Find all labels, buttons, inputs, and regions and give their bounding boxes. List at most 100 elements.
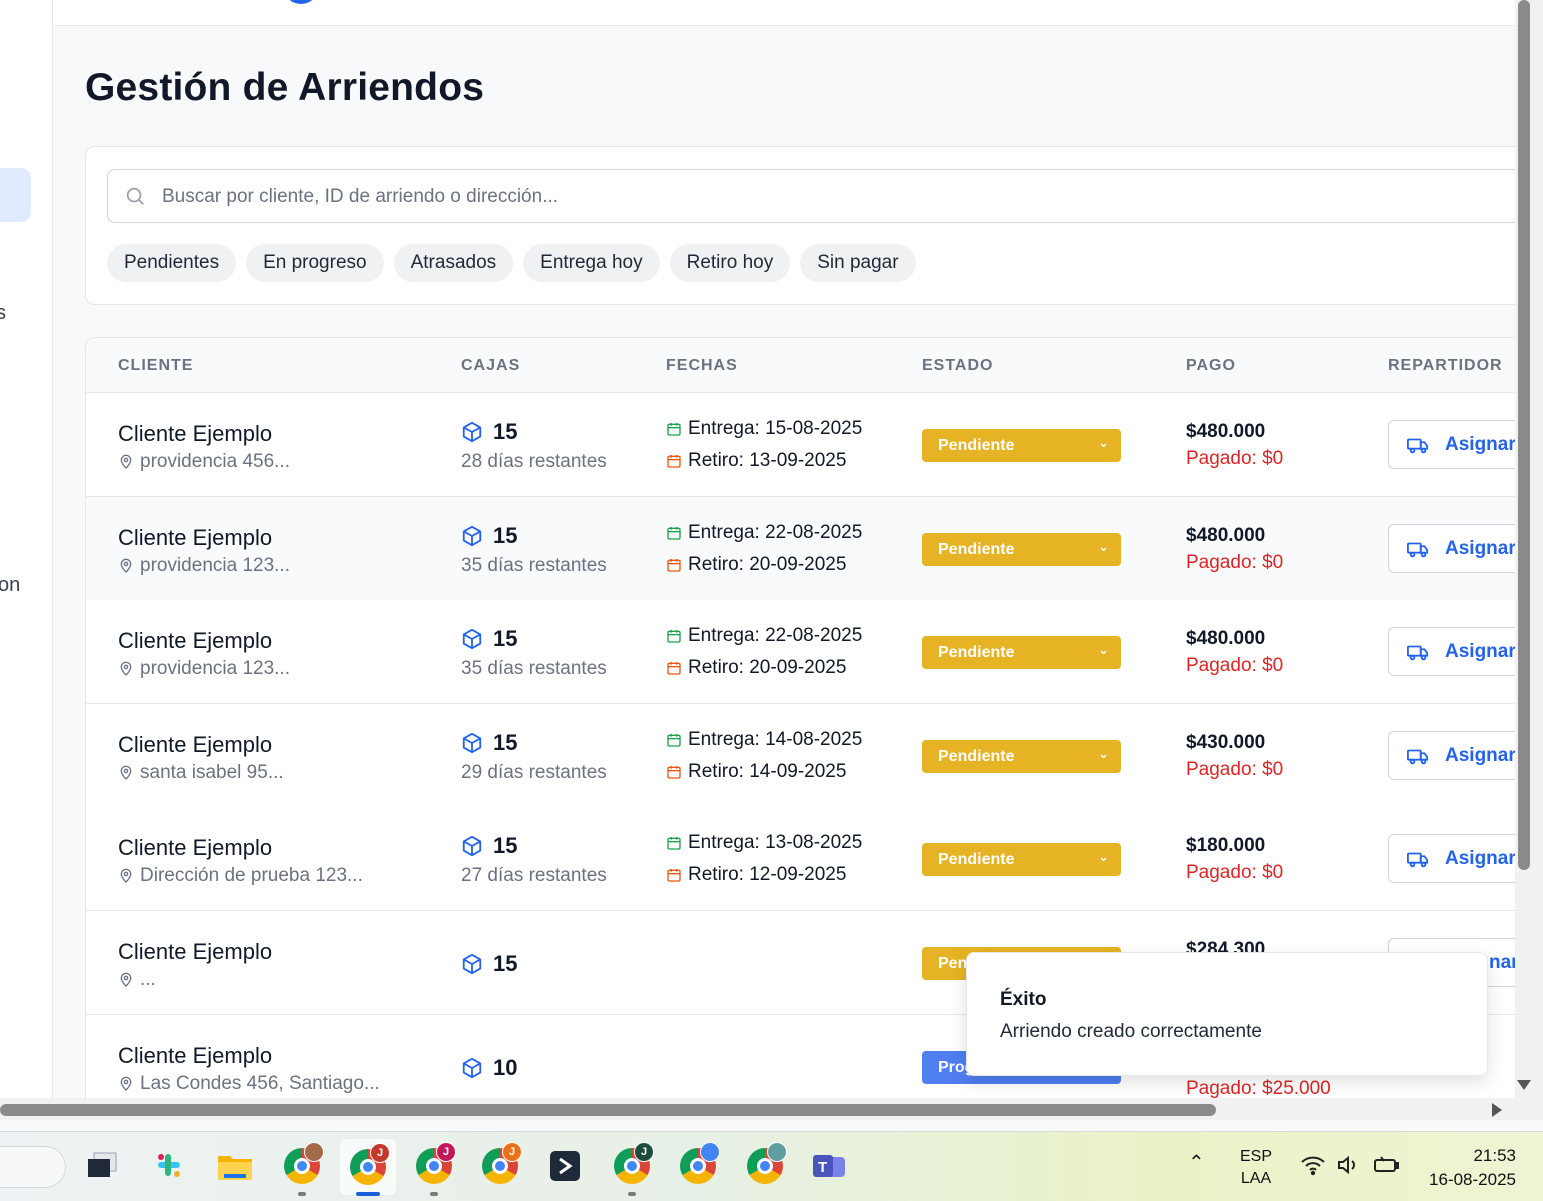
search-box[interactable] <box>107 169 1515 223</box>
wifi-icon[interactable] <box>1300 1154 1326 1182</box>
table-row[interactable]: Cliente Ejemplo providencia 456... 15 28… <box>86 393 1515 497</box>
taskbar-active-indicator <box>356 1192 380 1196</box>
main-content: Gestión de Arriendos Pendientes En progr… <box>53 26 1515 1098</box>
delivery-date-text: Entrega: 22-08-2025 <box>688 625 863 646</box>
assign-driver-button[interactable]: Asignar <box>1388 627 1515 676</box>
header-cajas[interactable]: CAJAS <box>461 357 520 375</box>
calendar-icon <box>667 455 681 468</box>
chrome-profile-icon[interactable]: J <box>480 1142 522 1186</box>
volume-icon[interactable] <box>1336 1154 1360 1182</box>
horizontal-scroll-thumb[interactable] <box>0 1104 1216 1116</box>
app-icon[interactable] <box>545 1146 585 1186</box>
truck-icon <box>1407 645 1429 660</box>
teams-icon[interactable]: T <box>810 1146 850 1186</box>
show-hidden-icons-chevron-icon[interactable]: ⌃ <box>1188 1150 1205 1175</box>
assign-button-label: Asignar <box>1445 847 1515 869</box>
chevron-down-icon: ⌄ <box>1098 642 1109 657</box>
os-taskbar: J J J J T ⌃ ESP LAA 21:53 16-08-2025 <box>0 1131 1543 1201</box>
client-address: providencia 123... <box>118 658 290 680</box>
filter-chip-pendientes[interactable]: Pendientes <box>107 244 237 282</box>
scroll-down-arrow-icon[interactable] <box>1517 1080 1531 1090</box>
input-language[interactable]: ESP LAA <box>1240 1146 1272 1190</box>
calendar-icon <box>667 423 681 436</box>
package-icon <box>462 525 482 547</box>
paid-amount: Pagado: $25.000 <box>1186 1078 1331 1098</box>
box-count-value: 10 <box>493 1055 518 1080</box>
assign-driver-button[interactable]: Asignar <box>1388 731 1515 780</box>
status-label: Pendiente <box>938 436 1015 454</box>
horizontal-scrollbar[interactable] <box>0 1098 1515 1120</box>
table-row[interactable]: Cliente Ejemplo santa isabel 95... 15 29… <box>86 704 1515 808</box>
scroll-right-arrow-icon[interactable] <box>1492 1103 1502 1117</box>
battery-icon[interactable] <box>1372 1154 1400 1182</box>
payment-amount: $180.000 <box>1186 835 1266 856</box>
filter-chip-atrasados[interactable]: Atrasados <box>393 244 514 282</box>
chrome-profile-icon[interactable] <box>282 1142 324 1186</box>
task-view-icon[interactable] <box>82 1146 122 1186</box>
address-text: providencia 123... <box>140 658 290 679</box>
filter-chip-en-progreso[interactable]: En progreso <box>246 244 384 282</box>
client-name: Cliente Ejemplo <box>118 421 273 446</box>
chrome-profile-icon[interactable] <box>678 1142 720 1186</box>
box-count-value: 15 <box>493 951 518 976</box>
header-estado[interactable]: ESTADO <box>922 357 993 375</box>
search-input[interactable] <box>162 182 1462 212</box>
file-explorer-icon[interactable] <box>215 1146 255 1186</box>
payment-amount: $480.000 <box>1186 525 1266 546</box>
pickup-date: Retiro: 14-09-2025 <box>666 761 846 783</box>
header-cliente[interactable]: CLIENTE <box>118 357 193 375</box>
toast-message: Arriendo creado correctamente <box>1000 1021 1262 1042</box>
table-row[interactable]: Cliente Ejemplo providencia 123... 15 35… <box>86 600 1515 704</box>
calendar-icon <box>667 734 681 747</box>
client-address: ... <box>118 969 156 991</box>
slack-icon[interactable] <box>149 1146 189 1186</box>
chrome-profile-icon[interactable] <box>745 1142 787 1186</box>
table-row[interactable]: Cliente Ejemplo providencia 123... 15 35… <box>86 497 1515 601</box>
days-remaining: 35 días restantes <box>461 658 607 679</box>
vertical-scrollbar[interactable] <box>1515 0 1543 1120</box>
sidebar-active-item[interactable] <box>0 168 31 222</box>
taskbar-indicator <box>298 1192 306 1196</box>
pickup-date: Retiro: 13-09-2025 <box>666 450 846 472</box>
profile-badge: J <box>502 1142 522 1162</box>
delivery-date-text: Entrega: 22-08-2025 <box>688 522 863 543</box>
header-pago[interactable]: PAGO <box>1186 357 1236 375</box>
map-pin-icon <box>120 765 132 780</box>
pickup-date: Retiro: 20-09-2025 <box>666 657 846 679</box>
box-count-value: 15 <box>493 626 518 651</box>
status-select[interactable]: Pendiente ⌄ <box>922 843 1121 876</box>
assign-button-label: nar <box>1489 951 1515 973</box>
vertical-scroll-thumb[interactable] <box>1518 0 1530 870</box>
status-select[interactable]: Pendiente ⌄ <box>922 740 1121 773</box>
assign-driver-button[interactable]: Asignar <box>1388 420 1515 469</box>
header-fechas[interactable]: FECHAS <box>666 357 738 375</box>
client-name: Cliente Ejemplo <box>118 732 273 757</box>
status-select[interactable]: Pendiente ⌄ <box>922 636 1121 669</box>
box-count-value: 15 <box>493 419 518 444</box>
filter-chip-retiro-hoy[interactable]: Retiro hoy <box>669 244 791 282</box>
assign-driver-button[interactable]: Asignar <box>1388 524 1515 573</box>
table-row[interactable]: Cliente Ejemplo Dirección de prueba 123.… <box>86 807 1515 911</box>
status-select[interactable]: Pendiente ⌄ <box>922 429 1121 462</box>
avatar[interactable] <box>283 0 319 4</box>
filter-chip-sin-pagar[interactable]: Sin pagar <box>800 244 916 282</box>
paid-amount: Pagado: $0 <box>1186 759 1284 780</box>
status-select[interactable]: Pendiente ⌄ <box>922 533 1121 566</box>
header-repartidor[interactable]: REPARTIDOR <box>1388 357 1503 375</box>
sidebar-item-fragment[interactable]: s <box>0 302 6 325</box>
success-toast[interactable]: Éxito Arriendo creado correctamente <box>966 952 1488 1076</box>
sidebar-item-fragment[interactable]: on <box>0 574 20 597</box>
pickup-date: Retiro: 20-09-2025 <box>666 554 846 576</box>
chrome-profile-icon[interactable]: J <box>414 1142 456 1186</box>
box-count: 15 <box>461 523 517 549</box>
taskbar-search[interactable] <box>0 1146 66 1188</box>
chrome-profile-icon[interactable]: J <box>612 1142 654 1186</box>
box-count: 15 <box>461 833 517 859</box>
delivery-date: Entrega: 22-08-2025 <box>666 625 862 647</box>
chrome-profile-icon[interactable]: J <box>340 1139 396 1195</box>
delivery-date: Entrega: 22-08-2025 <box>666 522 862 544</box>
system-clock[interactable]: 21:53 16-08-2025 <box>1418 1144 1516 1192</box>
package-icon <box>462 732 482 754</box>
assign-driver-button[interactable]: Asignar <box>1388 834 1515 883</box>
filter-chip-entrega-hoy[interactable]: Entrega hoy <box>523 244 660 282</box>
